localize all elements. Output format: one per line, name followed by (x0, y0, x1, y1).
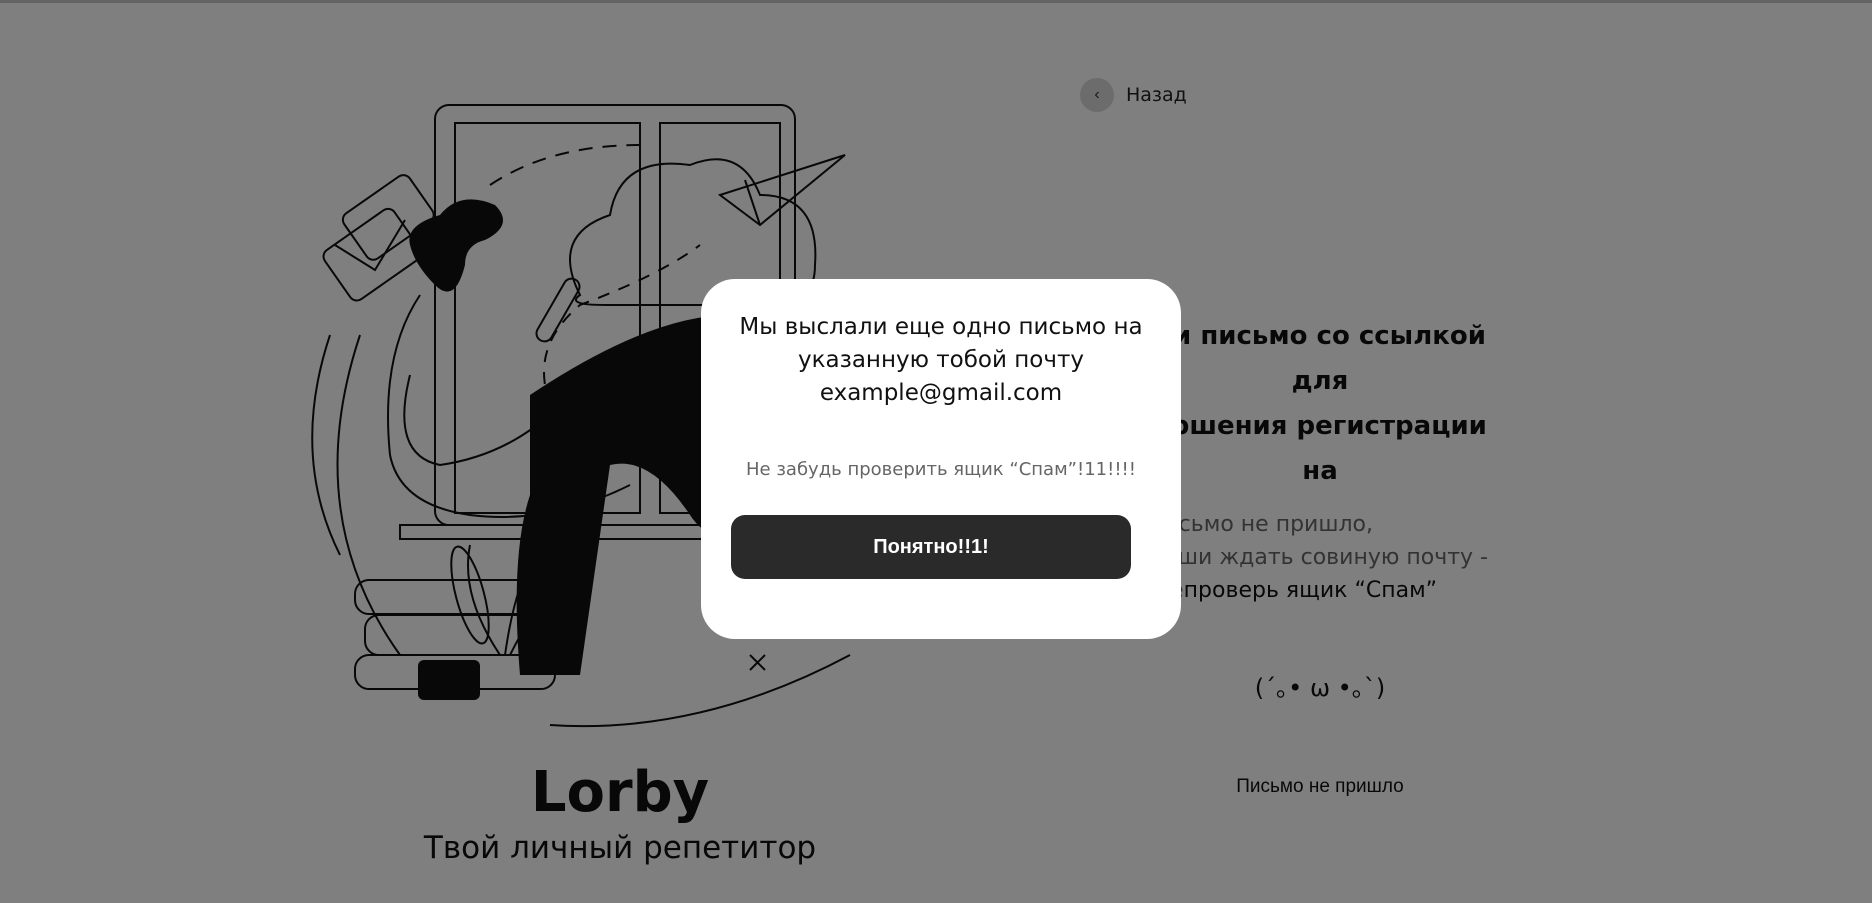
modal-email: example@gmail.com (819, 380, 1063, 406)
modal-spam-note: Не забудь проверить ящик “Спам”!11!!!! (746, 459, 1136, 480)
modal-ok-button[interactable]: Понятно!!1! (731, 515, 1131, 579)
modal-title-line: Мы выслали еще одно письмо на (739, 314, 1143, 340)
modal-title-line: указанную тобой почту (798, 347, 1084, 373)
email-sent-modal: Мы выслали еще одно письмо на указанную … (701, 279, 1181, 639)
modal-title: Мы выслали еще одно письмо на указанную … (721, 311, 1161, 410)
